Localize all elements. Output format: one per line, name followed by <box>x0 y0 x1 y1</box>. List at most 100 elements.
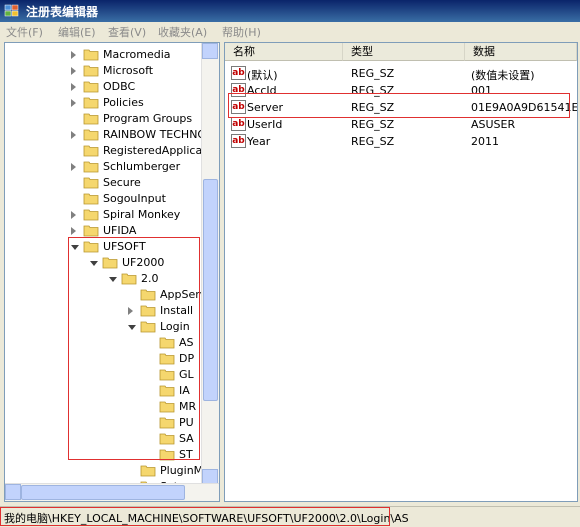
tree-item-secure[interactable]: Secure <box>5 175 205 191</box>
value-type-cell: REG_SZ <box>351 84 395 97</box>
tree-item-mr[interactable]: MR <box>5 399 205 415</box>
expand-arrow-icon[interactable] <box>71 131 76 139</box>
column-header-name[interactable]: 名称 <box>225 43 343 61</box>
tree-item-microsoft[interactable]: Microsoft <box>5 63 205 79</box>
collapse-arrow-icon[interactable] <box>71 245 79 250</box>
expand-arrow-icon[interactable] <box>128 307 133 315</box>
tree-item-label: Secure <box>103 176 141 189</box>
tree-item-label: Schlumberger <box>103 160 181 173</box>
tree-item-label: GL <box>179 368 194 381</box>
expand-arrow-icon[interactable] <box>71 163 76 171</box>
tree-item-pluginma[interactable]: PluginMa <box>5 463 210 479</box>
tree-item-uf2000[interactable]: UF2000 <box>5 255 205 271</box>
tree-item-program-groups[interactable]: Program Groups <box>5 111 205 127</box>
tree-horizontal-scrollbar[interactable] <box>5 483 219 501</box>
tree-item-st[interactable]: ST <box>5 447 205 463</box>
tree-item-label: 2.0 <box>141 272 159 285</box>
tree-item-policies[interactable]: Policies <box>5 95 205 111</box>
tree-item-label: AS <box>179 336 194 349</box>
value-type-cell: REG_SZ <box>351 135 395 148</box>
values-list-pane[interactable]: 名称 类型 数据 ab (默认) REG_SZ (数值未设置) ab AccId REG_S… <box>224 42 578 502</box>
tree-item-pu[interactable]: PU <box>5 415 205 431</box>
folder-icon <box>159 449 175 461</box>
expand-arrow-icon[interactable] <box>71 67 76 75</box>
tree-item-label: Policies <box>103 96 144 109</box>
folder-icon <box>159 337 175 349</box>
value-data-cell: ASUSER <box>471 118 516 131</box>
tree-item-appserv[interactable]: AppServ <box>5 287 207 303</box>
folder-icon <box>159 417 175 429</box>
value-row-year[interactable]: ab Year REG_SZ 2011 <box>225 133 577 150</box>
menu-file[interactable]: 文件(F) <box>6 24 43 40</box>
value-row-[interactable]: ab (默认) REG_SZ (数值未设置) <box>225 65 577 82</box>
expand-arrow-icon[interactable] <box>71 51 76 59</box>
tree-item-dp[interactable]: DP <box>5 351 205 367</box>
tree-item-label: Program Groups <box>103 112 193 125</box>
tree-item-sogouinput[interactable]: SogouInput <box>5 191 205 207</box>
tree-item-as[interactable]: AS <box>5 335 205 351</box>
window-title: 注册表编辑器 <box>26 5 99 19</box>
value-type-cell: REG_SZ <box>351 67 395 80</box>
collapse-arrow-icon[interactable] <box>90 261 98 266</box>
column-header-type[interactable]: 类型 <box>343 43 465 61</box>
expand-arrow-icon[interactable] <box>71 83 76 91</box>
tree-item-2-0[interactable]: 2.0 <box>5 271 205 287</box>
tree-item-login[interactable]: Login <box>5 319 205 335</box>
value-name-cell: (默认) <box>247 69 278 82</box>
tree-vscroll-thumb[interactable] <box>203 179 218 401</box>
collapse-arrow-icon[interactable] <box>109 277 117 282</box>
folder-icon <box>159 353 175 365</box>
value-name-cell: Year <box>247 135 271 148</box>
tree-item-spiral-monkey[interactable]: Spiral Monkey <box>5 207 205 223</box>
folder-icon <box>83 225 99 237</box>
value-name-cell: Server <box>247 101 284 114</box>
status-path: 我的电脑\HKEY_LOCAL_MACHINE\SOFTWARE\UFSOFT\… <box>4 512 409 525</box>
value-name-cell: AccId <box>247 84 277 97</box>
open-folder-icon <box>83 241 99 253</box>
tree-item-odbc[interactable]: ODBC <box>5 79 205 95</box>
tree-item-registeredapplicatio[interactable]: RegisteredApplicatio <box>5 143 216 159</box>
tree-item-ufida[interactable]: UFIDA <box>5 223 205 239</box>
folder-icon <box>83 113 99 125</box>
tree-item-label: MR <box>179 400 197 413</box>
tree-hscroll-thumb[interactable] <box>21 485 185 500</box>
tree-vertical-scrollbar[interactable] <box>201 43 219 485</box>
scroll-left-arrow-icon[interactable] <box>5 484 21 500</box>
tree-item-label: Install <box>160 304 194 317</box>
collapse-arrow-icon[interactable] <box>128 325 136 330</box>
menu-help[interactable]: 帮助(H) <box>222 24 261 40</box>
tree-item-label: SogouInput <box>103 192 166 205</box>
open-folder-icon <box>121 273 137 285</box>
folder-icon <box>83 145 99 157</box>
value-row-userid[interactable]: ab UserId REG_SZ ASUSER <box>225 116 577 133</box>
tree-item-label: SA <box>179 432 194 445</box>
tree-item-label: PU <box>179 416 194 429</box>
menu-edit[interactable]: 编辑(E) <box>58 24 96 40</box>
value-row-server[interactable]: ab Server REG_SZ 01E9A0A9D61541E <box>225 99 577 116</box>
expand-arrow-icon[interactable] <box>71 227 76 235</box>
tree-item-schlumberger[interactable]: Schlumberger <box>5 159 205 175</box>
tree-item-label: UFIDA <box>103 224 137 237</box>
open-folder-icon <box>140 321 156 333</box>
expand-arrow-icon[interactable] <box>71 99 76 107</box>
tree-item-rainbow-technol[interactable]: RAINBOW TECHNOL <box>5 127 212 143</box>
folder-icon <box>159 369 175 381</box>
tree-item-ufsoft[interactable]: UFSOFT <box>5 239 205 255</box>
menu-favorites[interactable]: 收藏夹(A) <box>158 24 207 40</box>
column-header-data[interactable]: 数据 <box>465 43 577 61</box>
tree-item-macromedia[interactable]: Macromedia <box>5 47 205 63</box>
scroll-up-arrow-icon[interactable] <box>202 43 218 59</box>
tree-item-install[interactable]: Install <box>5 303 205 319</box>
tree-item-label: UF2000 <box>122 256 165 269</box>
tree-item-label: DP <box>179 352 195 365</box>
tree-item-ia[interactable]: IA <box>5 383 205 399</box>
menu-view[interactable]: 查看(V) <box>108 24 146 40</box>
string-value-icon: ab <box>231 100 246 114</box>
key-tree-pane[interactable]: Macromedia Microsoft ODBC Policies Program G… <box>4 42 220 502</box>
tree-item-label: AppServ <box>160 288 207 301</box>
value-row-accid[interactable]: ab AccId REG_SZ 001 <box>225 82 577 99</box>
tree-item-sa[interactable]: SA <box>5 431 205 447</box>
tree-item-gl[interactable]: GL <box>5 367 205 383</box>
string-value-icon: ab <box>231 83 246 97</box>
expand-arrow-icon[interactable] <box>71 211 76 219</box>
